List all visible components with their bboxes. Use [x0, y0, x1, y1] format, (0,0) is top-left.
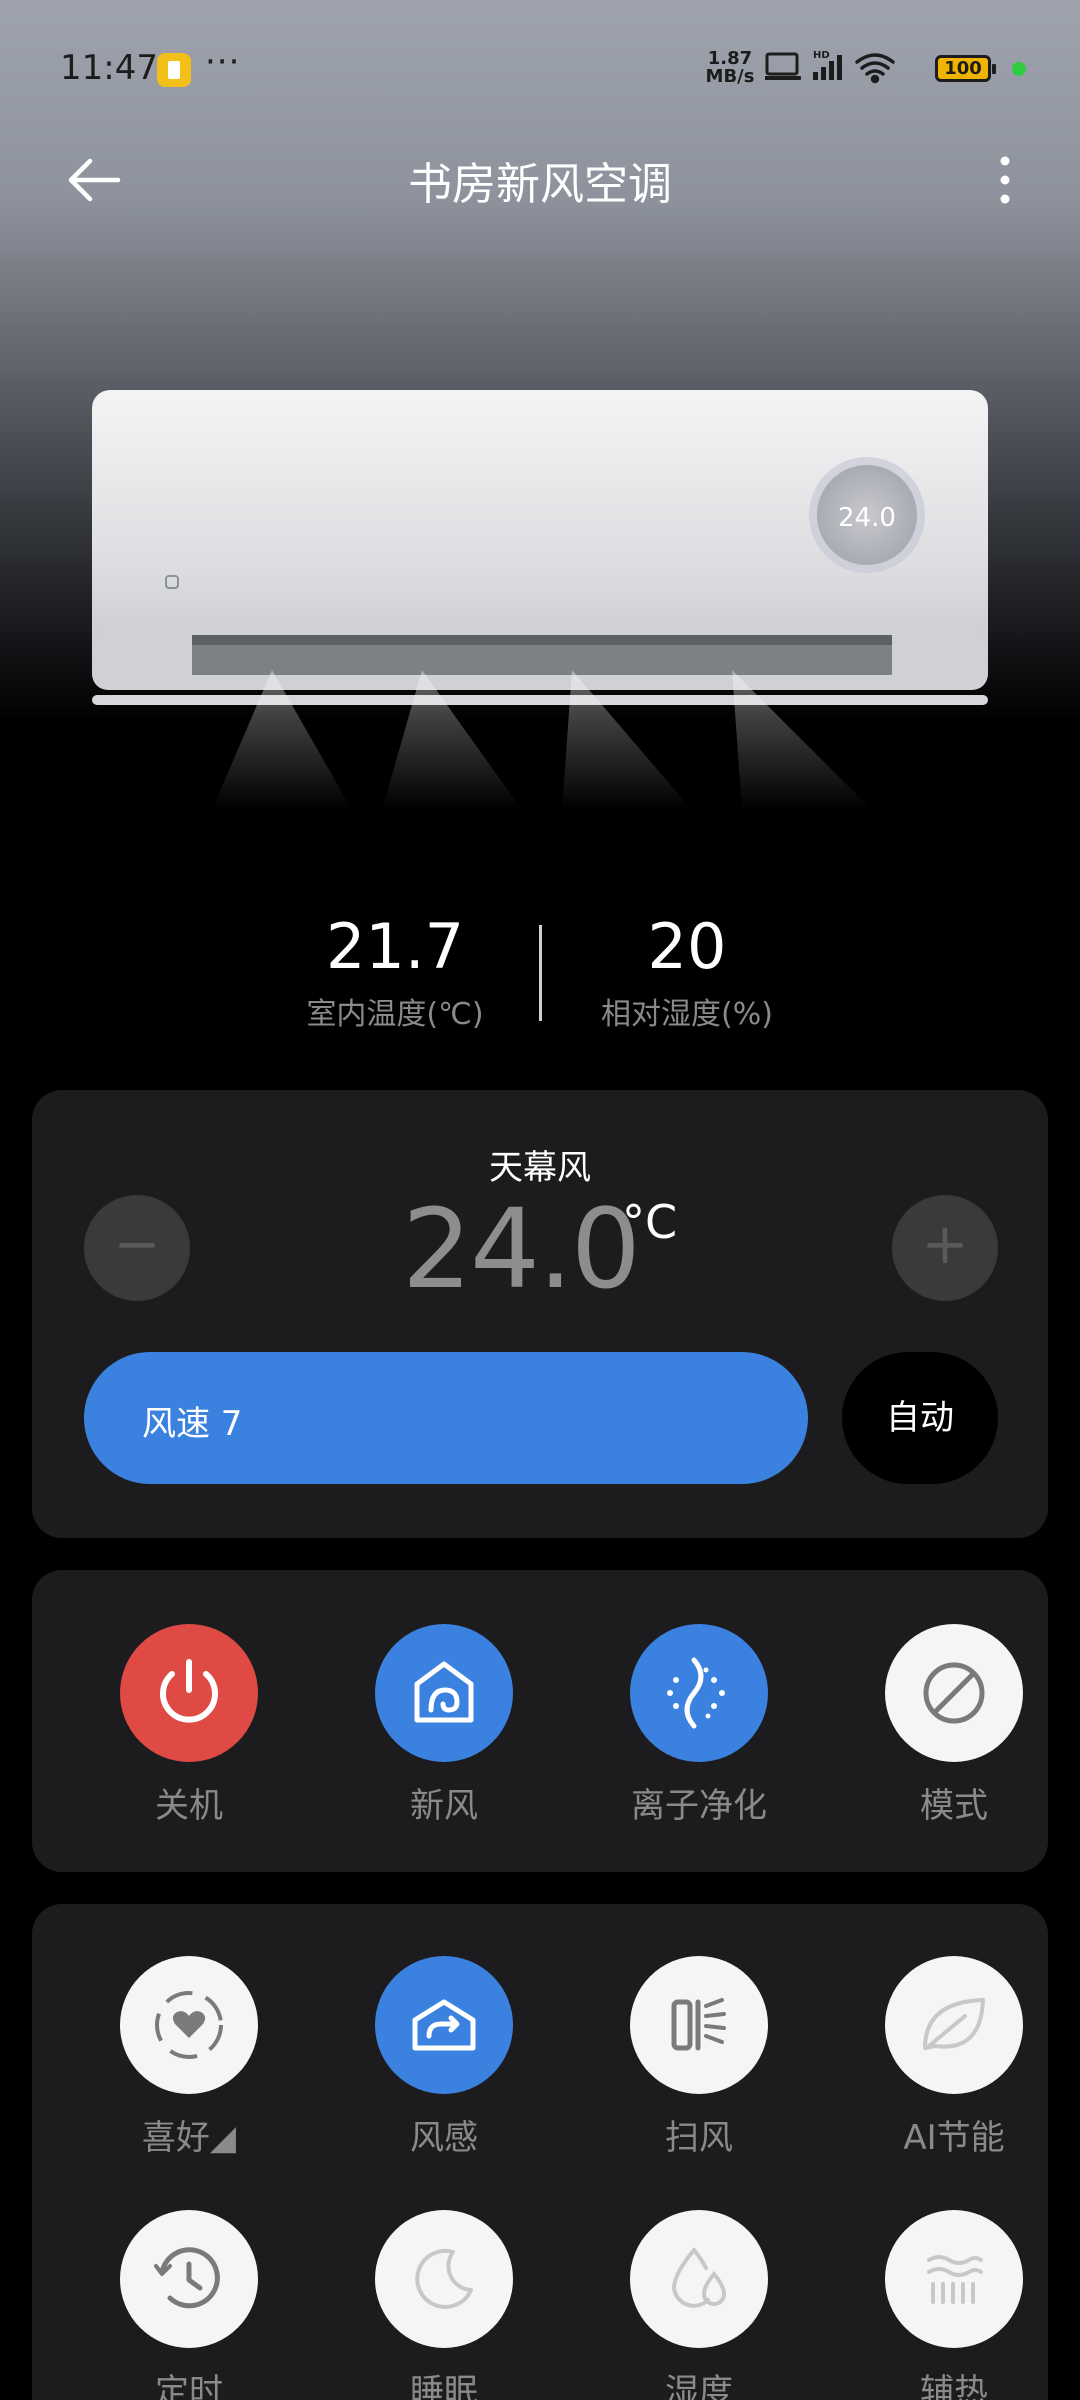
fresh-air-icon	[375, 1624, 513, 1762]
mode-label-text: 模式	[920, 1786, 988, 1826]
timer-button[interactable]: 定时	[84, 2210, 294, 2400]
ai-energy-label: AI节能	[903, 2118, 1005, 2158]
battery-icon: 100	[935, 55, 996, 82]
network-speed-unit: MB/s	[705, 66, 755, 87]
fresh-air-button[interactable]: 新风	[339, 1624, 549, 1827]
quick-actions-card: 关机 新风 离子净化 模式	[32, 1570, 1048, 1872]
sleep-button[interactable]: 睡眠	[339, 2210, 549, 2400]
temperature-unit: °C	[622, 1195, 678, 1249]
status-time: 11:47	[60, 48, 158, 88]
wind-feel-button[interactable]: 风感	[339, 1956, 549, 2159]
timer-label: 定时	[155, 2372, 223, 2400]
ac-unit-image: 24.0	[92, 390, 988, 810]
mode-label: 天幕风	[489, 1148, 591, 1188]
favorite-button[interactable]: 喜好◢	[84, 1956, 294, 2159]
moon-icon	[375, 2210, 513, 2348]
fan-speed-slider[interactable]: 风速 7	[84, 1352, 808, 1484]
mode-icon	[885, 1624, 1023, 1762]
target-temperature: 24.0	[402, 1185, 641, 1313]
more-notifications-icon: ···	[205, 42, 241, 82]
mode-button[interactable]: 模式	[849, 1624, 1059, 1827]
power-button[interactable]: 关机	[84, 1624, 294, 1827]
relative-humidity: 20 相对湿度(%)	[537, 910, 837, 1033]
ion-purify-label: 离子净化	[631, 1786, 767, 1826]
leaf-icon	[885, 1956, 1023, 2094]
favorite-icon	[120, 1956, 258, 2094]
decrease-temp-button[interactable]: −	[84, 1195, 190, 1301]
sleep-label: 睡眠	[410, 2372, 478, 2400]
privacy-indicator	[1012, 62, 1026, 76]
humidity-label: 相对湿度(%)	[601, 997, 773, 1032]
swing-icon	[630, 1956, 768, 2094]
indoor-temp-value: 21.7	[325, 910, 465, 983]
power-label: 关机	[155, 1786, 223, 1826]
laptop-icon	[765, 52, 801, 80]
wind-feel-label: 风感	[410, 2118, 478, 2158]
humidity-value: 20	[647, 910, 727, 983]
status-bar: 11:47 ··· 1.87 MB/s HD 100	[0, 0, 1080, 130]
ion-purify-icon	[630, 1624, 768, 1762]
features-card: 喜好◢ 风感 扫风 AI节能 定时 睡眠 湿度 辅热	[32, 1904, 1048, 2400]
humidity-button[interactable]: 湿度	[594, 2210, 804, 2400]
system-icons: HD	[765, 50, 895, 84]
indoor-temperature: 21.7 室内温度(℃)	[245, 910, 545, 1033]
indoor-temp-label: 室内温度(℃)	[306, 997, 484, 1032]
more-options-button[interactable]	[980, 150, 1030, 210]
ai-energy-button[interactable]: AI节能	[849, 1956, 1059, 2159]
timer-icon	[120, 2210, 258, 2348]
swing-label: 扫风	[665, 2118, 733, 2158]
power-icon	[120, 1624, 258, 1762]
ion-purify-button[interactable]: 离子净化	[594, 1624, 804, 1827]
network-speed: 1.87 MB/s	[705, 50, 755, 86]
favorite-label: 喜好◢	[141, 2118, 237, 2158]
page-title: 书房新风空调	[408, 159, 672, 210]
notification-icon	[157, 53, 191, 87]
swing-button[interactable]: 扫风	[594, 1956, 804, 2159]
fan-speed-label: 风速 7	[142, 1404, 243, 1444]
svg-text:HD: HD	[813, 50, 830, 61]
temperature-control-card: 天幕风 − 24.0 °C + 风速 7 自动	[32, 1090, 1048, 1538]
aux-heat-label: 辅热	[920, 2372, 988, 2400]
increase-temp-button[interactable]: +	[892, 1195, 998, 1301]
aux-heat-icon	[885, 2210, 1023, 2348]
wind-feel-icon	[375, 1956, 513, 2094]
auto-fan-button[interactable]: 自动	[842, 1352, 998, 1484]
signal-icon: HD	[813, 50, 842, 80]
wifi-icon	[855, 53, 895, 84]
humidity-label-text: 湿度	[665, 2372, 733, 2400]
aux-heat-button[interactable]: 辅热	[849, 2210, 1059, 2400]
fresh-air-label: 新风	[410, 1786, 478, 1826]
ac-display-temp: 24.0	[838, 503, 896, 533]
humidity-icon	[630, 2210, 768, 2348]
more-vertical-icon	[1000, 156, 1010, 204]
